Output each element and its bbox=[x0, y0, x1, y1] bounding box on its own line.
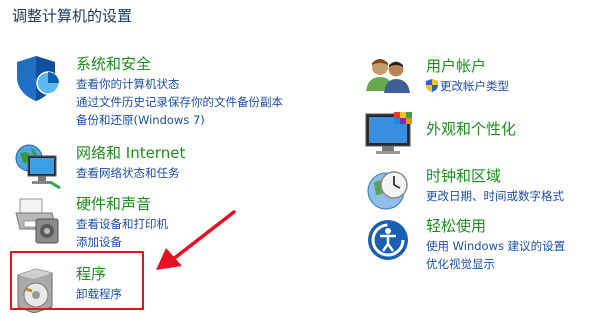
system-security-title[interactable]: 系统和安全 bbox=[76, 53, 151, 74]
network-title[interactable]: 网络和 Internet bbox=[76, 142, 185, 163]
change-account-type-label: 更改帐户类型 bbox=[440, 79, 509, 93]
printer-icon[interactable] bbox=[14, 193, 64, 252]
recommended-settings-link[interactable]: 使用 Windows 建议的设置 bbox=[426, 237, 565, 255]
annotation-arrow bbox=[150, 208, 240, 282]
users-icon[interactable] bbox=[364, 55, 414, 99]
ease-of-access-icon[interactable] bbox=[366, 218, 410, 266]
network-status-link[interactable]: 查看网络状态和任务 bbox=[76, 164, 180, 182]
file-history-link[interactable]: 通过文件历史记录保存你的文件备份副本 bbox=[76, 93, 283, 111]
appearance-title[interactable]: 外观和个性化 bbox=[426, 118, 516, 139]
optimize-display-link[interactable]: 优化视觉显示 bbox=[426, 255, 565, 273]
change-account-type-link[interactable]: 更改帐户类型 bbox=[426, 77, 509, 97]
view-computer-status-link[interactable]: 查看你的计算机状态 bbox=[76, 75, 283, 93]
backup-restore-link[interactable]: 备份和还原(Windows 7) bbox=[76, 111, 283, 129]
monitor-palette-icon[interactable] bbox=[364, 110, 416, 162]
network-globe-icon[interactable] bbox=[14, 142, 64, 196]
annotation-highlight-box bbox=[10, 251, 144, 310]
ease-access-title[interactable]: 轻松使用 bbox=[426, 215, 486, 236]
hardware-sound-title[interactable]: 硬件和声音 bbox=[76, 193, 151, 214]
shield-pie-icon[interactable] bbox=[14, 53, 64, 107]
clock-region-title[interactable]: 时钟和区域 bbox=[426, 165, 501, 186]
page-title: 调整计算机的设置 bbox=[12, 7, 133, 25]
change-date-time-link[interactable]: 更改日期、时间或数字格式 bbox=[426, 187, 564, 205]
uac-shield-icon bbox=[426, 79, 438, 97]
user-accounts-title[interactable]: 用户帐户 bbox=[426, 55, 486, 76]
clock-globe-icon[interactable] bbox=[364, 165, 412, 217]
